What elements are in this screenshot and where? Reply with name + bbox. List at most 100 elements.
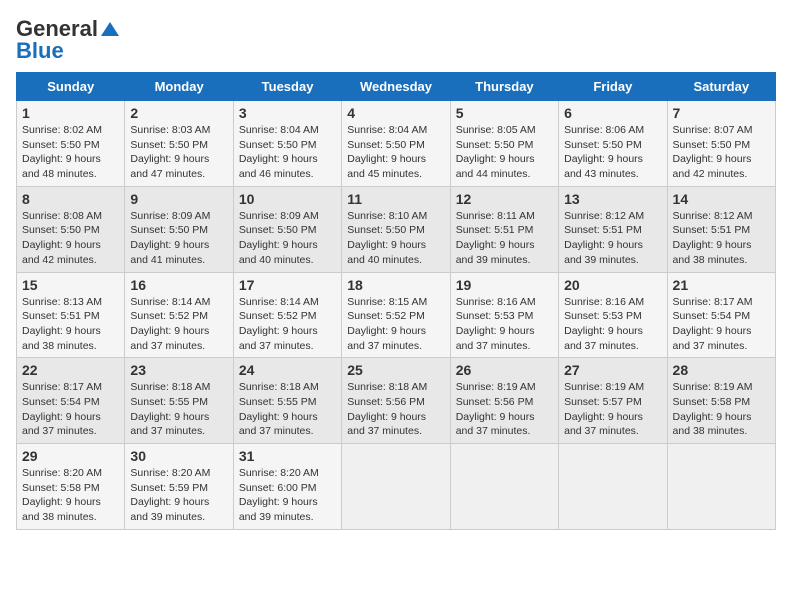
calendar-cell: 11 Sunrise: 8:10 AMSunset: 5:50 PMDaylig…: [342, 186, 450, 272]
day-number: 20: [564, 277, 661, 293]
calendar-cell: 25 Sunrise: 8:18 AMSunset: 5:56 PMDaylig…: [342, 358, 450, 444]
calendar-cell: 10 Sunrise: 8:09 AMSunset: 5:50 PMDaylig…: [233, 186, 341, 272]
sunrise-info: Sunrise: 8:03 AMSunset: 5:50 PMDaylight:…: [130, 124, 210, 180]
day-number: 5: [456, 105, 553, 121]
day-header-friday: Friday: [559, 73, 667, 101]
day-number: 2: [130, 105, 227, 121]
day-number: 31: [239, 448, 336, 464]
calendar-cell: 17 Sunrise: 8:14 AMSunset: 5:52 PMDaylig…: [233, 272, 341, 358]
sunrise-info: Sunrise: 8:14 AMSunset: 5:52 PMDaylight:…: [239, 296, 319, 352]
day-number: 21: [673, 277, 770, 293]
week-row-2: 8 Sunrise: 8:08 AMSunset: 5:50 PMDayligh…: [17, 186, 776, 272]
sunrise-info: Sunrise: 8:18 AMSunset: 5:56 PMDaylight:…: [347, 381, 427, 437]
week-row-5: 29 Sunrise: 8:20 AMSunset: 5:58 PMDaylig…: [17, 444, 776, 530]
sunrise-info: Sunrise: 8:14 AMSunset: 5:52 PMDaylight:…: [130, 296, 210, 352]
sunrise-info: Sunrise: 8:15 AMSunset: 5:52 PMDaylight:…: [347, 296, 427, 352]
sunrise-info: Sunrise: 8:20 AMSunset: 6:00 PMDaylight:…: [239, 467, 319, 523]
day-number: 8: [22, 191, 119, 207]
sunrise-info: Sunrise: 8:12 AMSunset: 5:51 PMDaylight:…: [673, 210, 753, 266]
calendar-cell: 20 Sunrise: 8:16 AMSunset: 5:53 PMDaylig…: [559, 272, 667, 358]
day-number: 18: [347, 277, 444, 293]
logo-icon: [99, 20, 121, 38]
day-number: 12: [456, 191, 553, 207]
sunrise-info: Sunrise: 8:19 AMSunset: 5:57 PMDaylight:…: [564, 381, 644, 437]
calendar-cell: 8 Sunrise: 8:08 AMSunset: 5:50 PMDayligh…: [17, 186, 125, 272]
sunrise-info: Sunrise: 8:20 AMSunset: 5:59 PMDaylight:…: [130, 467, 210, 523]
week-row-3: 15 Sunrise: 8:13 AMSunset: 5:51 PMDaylig…: [17, 272, 776, 358]
sunrise-info: Sunrise: 8:17 AMSunset: 5:54 PMDaylight:…: [673, 296, 753, 352]
sunrise-info: Sunrise: 8:06 AMSunset: 5:50 PMDaylight:…: [564, 124, 644, 180]
day-number: 1: [22, 105, 119, 121]
calendar-cell: [342, 444, 450, 530]
day-number: 26: [456, 362, 553, 378]
calendar-cell: 18 Sunrise: 8:15 AMSunset: 5:52 PMDaylig…: [342, 272, 450, 358]
sunrise-info: Sunrise: 8:18 AMSunset: 5:55 PMDaylight:…: [130, 381, 210, 437]
calendar-cell: 23 Sunrise: 8:18 AMSunset: 5:55 PMDaylig…: [125, 358, 233, 444]
week-row-1: 1 Sunrise: 8:02 AMSunset: 5:50 PMDayligh…: [17, 101, 776, 187]
day-number: 17: [239, 277, 336, 293]
sunrise-info: Sunrise: 8:05 AMSunset: 5:50 PMDaylight:…: [456, 124, 536, 180]
calendar-cell: [667, 444, 775, 530]
sunrise-info: Sunrise: 8:16 AMSunset: 5:53 PMDaylight:…: [564, 296, 644, 352]
sunrise-info: Sunrise: 8:18 AMSunset: 5:55 PMDaylight:…: [239, 381, 319, 437]
logo: General Blue: [16, 16, 122, 64]
sunrise-info: Sunrise: 8:04 AMSunset: 5:50 PMDaylight:…: [347, 124, 427, 180]
page-header: General Blue: [16, 16, 776, 64]
day-number: 27: [564, 362, 661, 378]
calendar-table: SundayMondayTuesdayWednesdayThursdayFrid…: [16, 72, 776, 530]
calendar-cell: 6 Sunrise: 8:06 AMSunset: 5:50 PMDayligh…: [559, 101, 667, 187]
sunrise-info: Sunrise: 8:20 AMSunset: 5:58 PMDaylight:…: [22, 467, 102, 523]
calendar-cell: 26 Sunrise: 8:19 AMSunset: 5:56 PMDaylig…: [450, 358, 558, 444]
calendar-cell: 24 Sunrise: 8:18 AMSunset: 5:55 PMDaylig…: [233, 358, 341, 444]
day-header-thursday: Thursday: [450, 73, 558, 101]
calendar-cell: 13 Sunrise: 8:12 AMSunset: 5:51 PMDaylig…: [559, 186, 667, 272]
calendar-cell: 2 Sunrise: 8:03 AMSunset: 5:50 PMDayligh…: [125, 101, 233, 187]
day-header-sunday: Sunday: [17, 73, 125, 101]
day-number: 22: [22, 362, 119, 378]
day-number: 14: [673, 191, 770, 207]
calendar-cell: 9 Sunrise: 8:09 AMSunset: 5:50 PMDayligh…: [125, 186, 233, 272]
calendar-cell: 5 Sunrise: 8:05 AMSunset: 5:50 PMDayligh…: [450, 101, 558, 187]
calendar-cell: 3 Sunrise: 8:04 AMSunset: 5:50 PMDayligh…: [233, 101, 341, 187]
calendar-cell: 12 Sunrise: 8:11 AMSunset: 5:51 PMDaylig…: [450, 186, 558, 272]
sunrise-info: Sunrise: 8:12 AMSunset: 5:51 PMDaylight:…: [564, 210, 644, 266]
calendar-cell: 31 Sunrise: 8:20 AMSunset: 6:00 PMDaylig…: [233, 444, 341, 530]
sunrise-info: Sunrise: 8:11 AMSunset: 5:51 PMDaylight:…: [456, 210, 535, 266]
day-number: 13: [564, 191, 661, 207]
sunrise-info: Sunrise: 8:19 AMSunset: 5:58 PMDaylight:…: [673, 381, 753, 437]
day-number: 4: [347, 105, 444, 121]
day-number: 24: [239, 362, 336, 378]
day-number: 10: [239, 191, 336, 207]
calendar-cell: 16 Sunrise: 8:14 AMSunset: 5:52 PMDaylig…: [125, 272, 233, 358]
day-number: 23: [130, 362, 227, 378]
day-number: 15: [22, 277, 119, 293]
calendar-cell: [450, 444, 558, 530]
day-number: 29: [22, 448, 119, 464]
sunrise-info: Sunrise: 8:13 AMSunset: 5:51 PMDaylight:…: [22, 296, 102, 352]
day-header-wednesday: Wednesday: [342, 73, 450, 101]
sunrise-info: Sunrise: 8:02 AMSunset: 5:50 PMDaylight:…: [22, 124, 102, 180]
logo-blue: Blue: [16, 38, 64, 64]
sunrise-info: Sunrise: 8:19 AMSunset: 5:56 PMDaylight:…: [456, 381, 536, 437]
sunrise-info: Sunrise: 8:09 AMSunset: 5:50 PMDaylight:…: [239, 210, 319, 266]
sunrise-info: Sunrise: 8:08 AMSunset: 5:50 PMDaylight:…: [22, 210, 102, 266]
day-header-monday: Monday: [125, 73, 233, 101]
day-number: 3: [239, 105, 336, 121]
day-number: 30: [130, 448, 227, 464]
calendar-cell: 4 Sunrise: 8:04 AMSunset: 5:50 PMDayligh…: [342, 101, 450, 187]
calendar-cell: 28 Sunrise: 8:19 AMSunset: 5:58 PMDaylig…: [667, 358, 775, 444]
calendar-cell: 19 Sunrise: 8:16 AMSunset: 5:53 PMDaylig…: [450, 272, 558, 358]
calendar-cell: 22 Sunrise: 8:17 AMSunset: 5:54 PMDaylig…: [17, 358, 125, 444]
calendar-cell: 21 Sunrise: 8:17 AMSunset: 5:54 PMDaylig…: [667, 272, 775, 358]
sunrise-info: Sunrise: 8:10 AMSunset: 5:50 PMDaylight:…: [347, 210, 427, 266]
calendar-cell: 7 Sunrise: 8:07 AMSunset: 5:50 PMDayligh…: [667, 101, 775, 187]
sunrise-info: Sunrise: 8:04 AMSunset: 5:50 PMDaylight:…: [239, 124, 319, 180]
day-number: 7: [673, 105, 770, 121]
day-number: 28: [673, 362, 770, 378]
day-number: 11: [347, 191, 444, 207]
sunrise-info: Sunrise: 8:07 AMSunset: 5:50 PMDaylight:…: [673, 124, 753, 180]
day-number: 16: [130, 277, 227, 293]
day-header-saturday: Saturday: [667, 73, 775, 101]
calendar-cell: 14 Sunrise: 8:12 AMSunset: 5:51 PMDaylig…: [667, 186, 775, 272]
calendar-cell: 30 Sunrise: 8:20 AMSunset: 5:59 PMDaylig…: [125, 444, 233, 530]
